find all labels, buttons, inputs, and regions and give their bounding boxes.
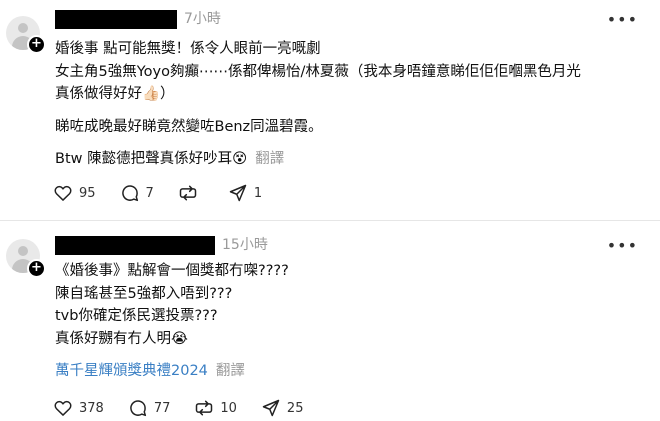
plus-icon[interactable]: + xyxy=(27,35,46,54)
post-line: 睇咗成晚最好睇竟然變咗Benz同溫碧霞。 xyxy=(55,118,323,135)
repost-icon xyxy=(196,400,213,416)
post-line-text: Btw 陳懿德把聲真係好吵耳😵 xyxy=(55,151,248,167)
share-button[interactable]: 1 xyxy=(228,183,262,203)
username-redacted[interactable] xyxy=(55,236,215,255)
hashtag-link[interactable]: 萬千星輝頒獎典禮2024 xyxy=(55,363,208,379)
post-line: tvb你確定係民選投票??? xyxy=(55,308,218,324)
more-icon[interactable]: ••• xyxy=(607,12,638,28)
translate-link[interactable]: 翻譯 xyxy=(216,363,245,379)
post: + 7小時 ••• 婚後事 點可能無獎！係令人眼前一亮嘅劇 女主角5強無Yoyo… xyxy=(0,0,660,220)
post-line: Btw 陳懿德把聲真係好吵耳😵 翻譯 xyxy=(55,148,645,171)
post-content: 《婚後事》點解會一個獎都冇㗎???? 陳自瑤甚至5強都入唔到??? tvb你確定… xyxy=(55,260,645,383)
post-content: 婚後事 點可能無獎！係令人眼前一亮嘅劇 女主角5強無Yoyo夠癲⋯⋯係都俾楊怡/… xyxy=(55,38,645,171)
post-line: 真係好嬲有冇人明😭 xyxy=(55,330,188,347)
post-line: 女主角5強無Yoyo夠癲⋯⋯係都俾楊怡/林夏薇（我本身唔鐘意睇佢佢佢嗰黑色月光 xyxy=(55,63,581,80)
heart-icon xyxy=(54,185,72,201)
more-icon[interactable]: ••• xyxy=(607,238,638,254)
like-count: 378 xyxy=(79,400,104,416)
action-bar: 378 77 10 25 xyxy=(53,397,327,419)
comment-button[interactable]: 77 xyxy=(128,398,171,418)
like-button[interactable]: 378 xyxy=(53,398,104,418)
share-icon xyxy=(229,184,247,202)
share-count: 1 xyxy=(253,185,263,201)
plus-icon[interactable]: + xyxy=(27,259,46,278)
share-count: 25 xyxy=(286,400,304,416)
repost-button[interactable]: 10 xyxy=(194,398,237,418)
post-line: 《婚後事》點解會一個獎都冇㗎???? xyxy=(55,263,289,279)
translate-link[interactable]: 翻譯 xyxy=(255,151,284,167)
comment-icon xyxy=(121,185,138,202)
repost-count: 10 xyxy=(220,400,237,416)
heart-icon xyxy=(54,400,72,416)
repost-icon xyxy=(179,185,197,201)
comment-button[interactable]: 7 xyxy=(120,183,154,203)
username-redacted[interactable] xyxy=(55,10,177,29)
like-count: 95 xyxy=(79,185,96,201)
like-button[interactable]: 95 xyxy=(53,183,96,203)
post-line: 萬千星輝頒獎典禮2024 翻譯 xyxy=(55,360,645,383)
share-button[interactable]: 25 xyxy=(261,398,304,418)
repost-button[interactable] xyxy=(178,183,204,203)
post-time: 7小時 xyxy=(184,11,221,27)
post-time: 15小時 xyxy=(222,237,268,253)
comment-count: 7 xyxy=(145,185,154,201)
post-line: 真係做得好好👍🏻） xyxy=(55,86,175,102)
share-icon xyxy=(262,399,280,417)
action-bar: 95 7 1 xyxy=(53,182,286,204)
post-line: 婚後事 點可能無獎！係令人眼前一亮嘅劇 xyxy=(55,41,321,57)
comment-icon xyxy=(130,400,146,417)
comment-count: 77 xyxy=(153,400,171,416)
post: + 15小時 ••• 《婚後事》點解會一個獎都冇㗎???? 陳自瑤甚至5強都入唔… xyxy=(0,221,660,421)
post-line: 陳自瑤甚至5強都入唔到??? xyxy=(55,285,233,302)
